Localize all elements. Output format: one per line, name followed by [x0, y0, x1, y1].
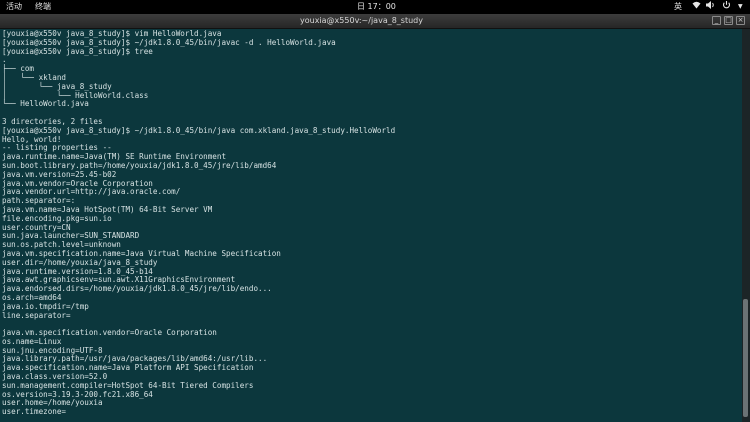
- window-title-bar[interactable]: youxia@x550v:~/java_8_study _ □ ×: [0, 14, 750, 29]
- terminal-line: -- listing properties --: [2, 143, 112, 153]
- volume-icon[interactable]: [706, 0, 716, 14]
- terminal-line: java.vm.vendor=Oracle Corporation: [2, 178, 153, 188]
- terminal-line: sun.jnu.encoding=UTF-8: [2, 345, 103, 355]
- terminal-line: java.vm.version=25.45-b02: [2, 169, 117, 179]
- terminal-line: sun.management.compiler=HotSpot 64-Bit T…: [2, 380, 254, 390]
- terminal-line: user.dir=/home/youxia/java_8_study: [2, 257, 158, 267]
- terminal-line: java.runtime.version=1.8.0_45-b14: [2, 266, 153, 276]
- clock[interactable]: 日 17：00: [357, 0, 396, 14]
- minimize-button[interactable]: _: [712, 16, 721, 25]
- close-button[interactable]: ×: [736, 16, 745, 25]
- terminal-line: [youxia@x550v java_8_study]$ ~/jdk1.8.0_…: [2, 125, 396, 135]
- terminal-line: [youxia@x550v java_8_study]$ ~/jdk1.8.0_…: [2, 37, 336, 47]
- terminal-line: os.arch=amd64: [2, 292, 62, 302]
- window-title: youxia@x550v:~/java_8_study: [300, 16, 423, 25]
- terminal-line: java.awt.graphicsenv=sun.awt.X11Graphics…: [2, 275, 236, 285]
- terminal-line: java.specification.name=Java Platform AP…: [2, 363, 254, 373]
- terminal-line: │ └── java_8_study: [2, 81, 112, 91]
- app-menu-terminal[interactable]: 终端: [35, 0, 51, 14]
- network-icon[interactable]: [692, 0, 701, 14]
- terminal-line: user.timezone=: [2, 407, 67, 417]
- terminal-output[interactable]: [youxia@x550v java_8_study]$ vim HelloWo…: [0, 29, 742, 422]
- terminal-line: 3 directories, 2 files: [2, 116, 103, 126]
- terminal-line: java.endorsed.dirs=/home/youxia/jdk1.8.0…: [2, 284, 272, 294]
- gnome-top-bar: 活动 终端 日 17：00 英 ▼: [0, 0, 750, 14]
- terminal-line: java.vm.specification.vendor=Oracle Corp…: [2, 328, 217, 338]
- terminal-line: sun.boot.library.path=/home/youxia/jdk1.…: [2, 160, 277, 170]
- terminal-line: java.vendor.url=http://java.oracle.com/: [2, 187, 181, 197]
- activities-button[interactable]: 活动: [6, 0, 22, 14]
- terminal-line: file.encoding.pkg=sun.io: [2, 213, 112, 223]
- terminal-line: os.name=Linux: [2, 336, 62, 346]
- terminal-line: sun.java.launcher=SUN_STANDARD: [2, 231, 140, 241]
- terminal-line: java.io.tmpdir=/tmp: [2, 301, 89, 311]
- terminal-line: user.home=/home/youxia: [2, 398, 103, 408]
- terminal-line: java.runtime.name=Java(TM) SE Runtime En…: [2, 152, 227, 162]
- input-method-indicator[interactable]: 英: [674, 0, 682, 14]
- maximize-button[interactable]: □: [724, 16, 733, 25]
- terminal-line: line.separator=: [2, 310, 71, 320]
- terminal-line: [youxia@x550v java_8_study]$ tree: [2, 46, 153, 56]
- terminal-line: java.vm.specification.name=Java Virtual …: [2, 248, 281, 258]
- terminal-line: path.separator=:: [2, 196, 76, 206]
- terminal-line: java.vm.name=Java HotSpot(TM) 64-Bit Ser…: [2, 204, 213, 214]
- chevron-down-icon[interactable]: ▼: [738, 0, 743, 14]
- terminal-line: java.class.version=52.0: [2, 372, 108, 382]
- scrollbar-thumb[interactable]: [743, 299, 748, 417]
- scrollbar[interactable]: [742, 29, 750, 422]
- terminal-line: sun.os.patch.level=unknown: [2, 240, 121, 250]
- terminal-line: user.country=CN: [2, 222, 71, 232]
- terminal-line: ├── com: [2, 64, 35, 74]
- terminal-text: [youxia@x550v java_8_study]$ vim HelloWo…: [0, 29, 742, 417]
- power-icon[interactable]: [722, 0, 731, 14]
- terminal-line: └── HelloWorld.java: [2, 99, 89, 109]
- terminal-line: [youxia@x550v java_8_study]$ vim HelloWo…: [2, 29, 222, 38]
- terminal-line: │ └── xkland: [2, 72, 67, 82]
- terminal-line: os.version=3.19.3-200.fc21.x86_64: [2, 389, 153, 399]
- terminal-line: java.library.path=/usr/java/packages/lib…: [2, 354, 268, 364]
- terminal-line: Hello, world!: [2, 134, 62, 144]
